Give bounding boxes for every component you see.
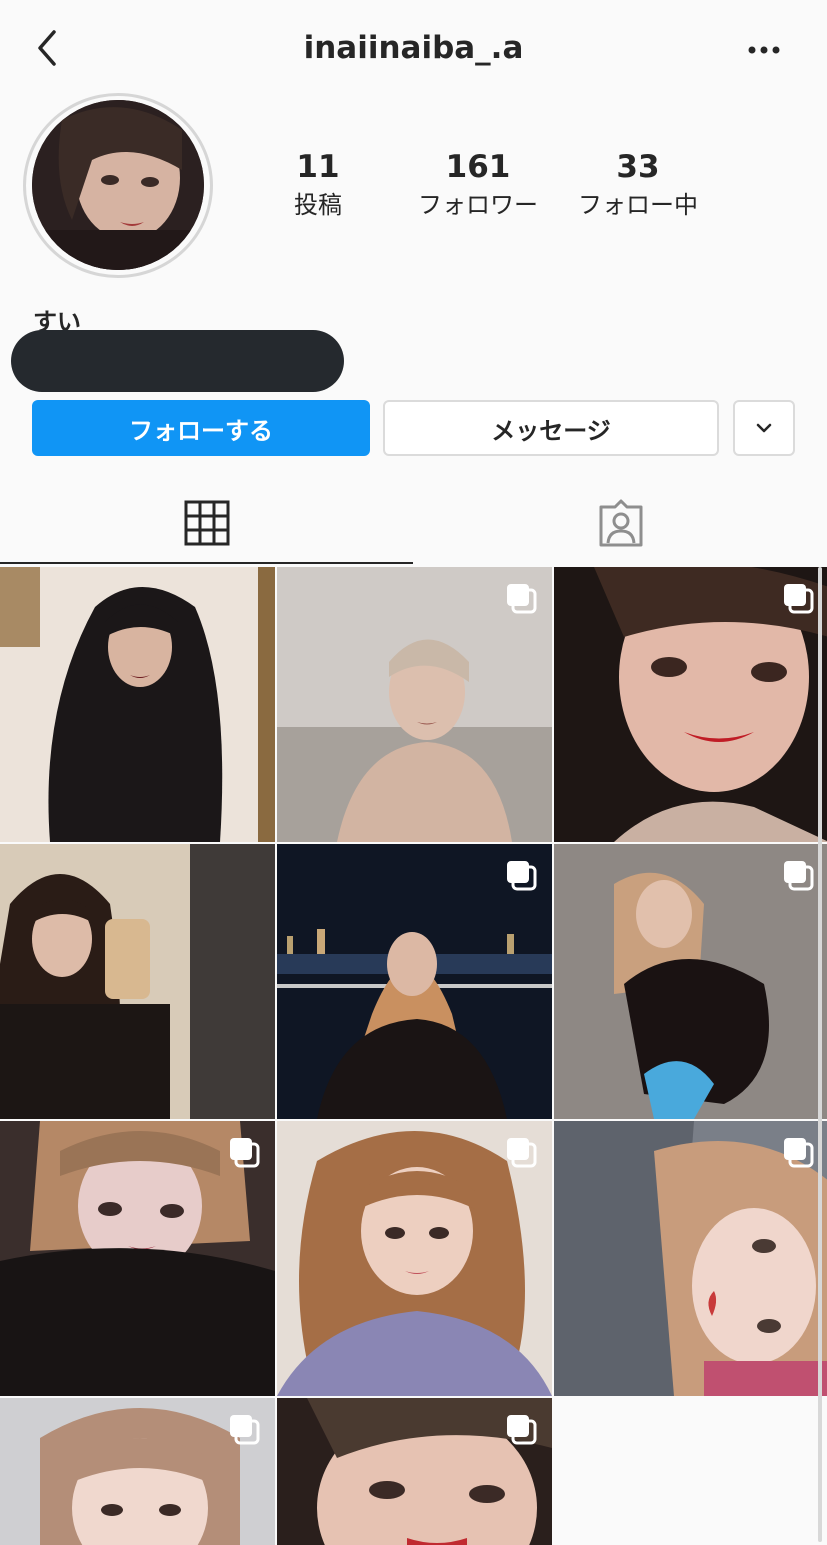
stat-following-label: フォロー中 <box>578 191 698 219</box>
post-thumbnail[interactable] <box>277 567 552 842</box>
stat-posts[interactable]: 11 投稿 <box>238 148 398 222</box>
multiple-photos-icon <box>507 584 537 614</box>
post-thumbnail[interactable] <box>0 1121 275 1396</box>
grid-icon <box>184 500 229 546</box>
multiple-photos-icon <box>230 1415 260 1445</box>
multiple-photos-icon <box>507 1138 537 1168</box>
tab-tagged[interactable] <box>414 480 827 566</box>
stat-following-count: 33 <box>616 149 660 185</box>
message-button[interactable]: メッセージ <box>383 400 719 456</box>
post-thumbnail[interactable] <box>554 1121 827 1396</box>
stat-followers-count: 161 <box>445 149 511 185</box>
redacted-bio <box>11 330 344 392</box>
stat-followers-label: フォロワー <box>418 191 538 219</box>
chevron-down-icon <box>756 423 772 433</box>
tab-posts[interactable] <box>0 480 413 566</box>
multiple-photos-icon <box>507 1415 537 1445</box>
profile-tabs <box>0 480 827 566</box>
scrollbar[interactable] <box>818 567 822 1542</box>
avatar[interactable] <box>32 100 204 270</box>
multiple-photos-icon <box>784 1138 814 1168</box>
ellipsis-icon <box>748 46 780 54</box>
profile-header: inaiinaiba_.a <box>0 0 827 100</box>
multiple-photos-icon <box>784 861 814 891</box>
active-tab-indicator <box>0 562 413 564</box>
tagged-person-icon <box>599 499 642 547</box>
multiple-photos-icon <box>784 584 814 614</box>
stat-following[interactable]: 33 フォロー中 <box>558 148 718 222</box>
post-thumbnail[interactable] <box>554 567 827 842</box>
post-thumbnail[interactable] <box>277 844 552 1119</box>
multiple-photos-icon <box>507 861 537 891</box>
stat-followers[interactable]: 161 フォロワー <box>398 148 558 222</box>
more-options-button[interactable] <box>740 34 790 64</box>
suggested-dropdown-button[interactable] <box>733 400 795 456</box>
post-thumbnail[interactable] <box>277 1398 552 1545</box>
multiple-photos-icon <box>230 1138 260 1168</box>
stat-posts-count: 11 <box>296 149 340 185</box>
follow-button[interactable]: フォローする <box>32 400 370 456</box>
post-thumbnail[interactable] <box>0 567 275 842</box>
post-thumbnail[interactable] <box>277 1121 552 1396</box>
post-thumbnail[interactable] <box>0 844 275 1119</box>
post-thumbnail[interactable] <box>554 844 827 1119</box>
stat-posts-label: 投稿 <box>294 191 342 219</box>
post-thumbnail[interactable] <box>0 1398 275 1545</box>
profile-username: inaiinaiba_.a <box>303 30 524 66</box>
